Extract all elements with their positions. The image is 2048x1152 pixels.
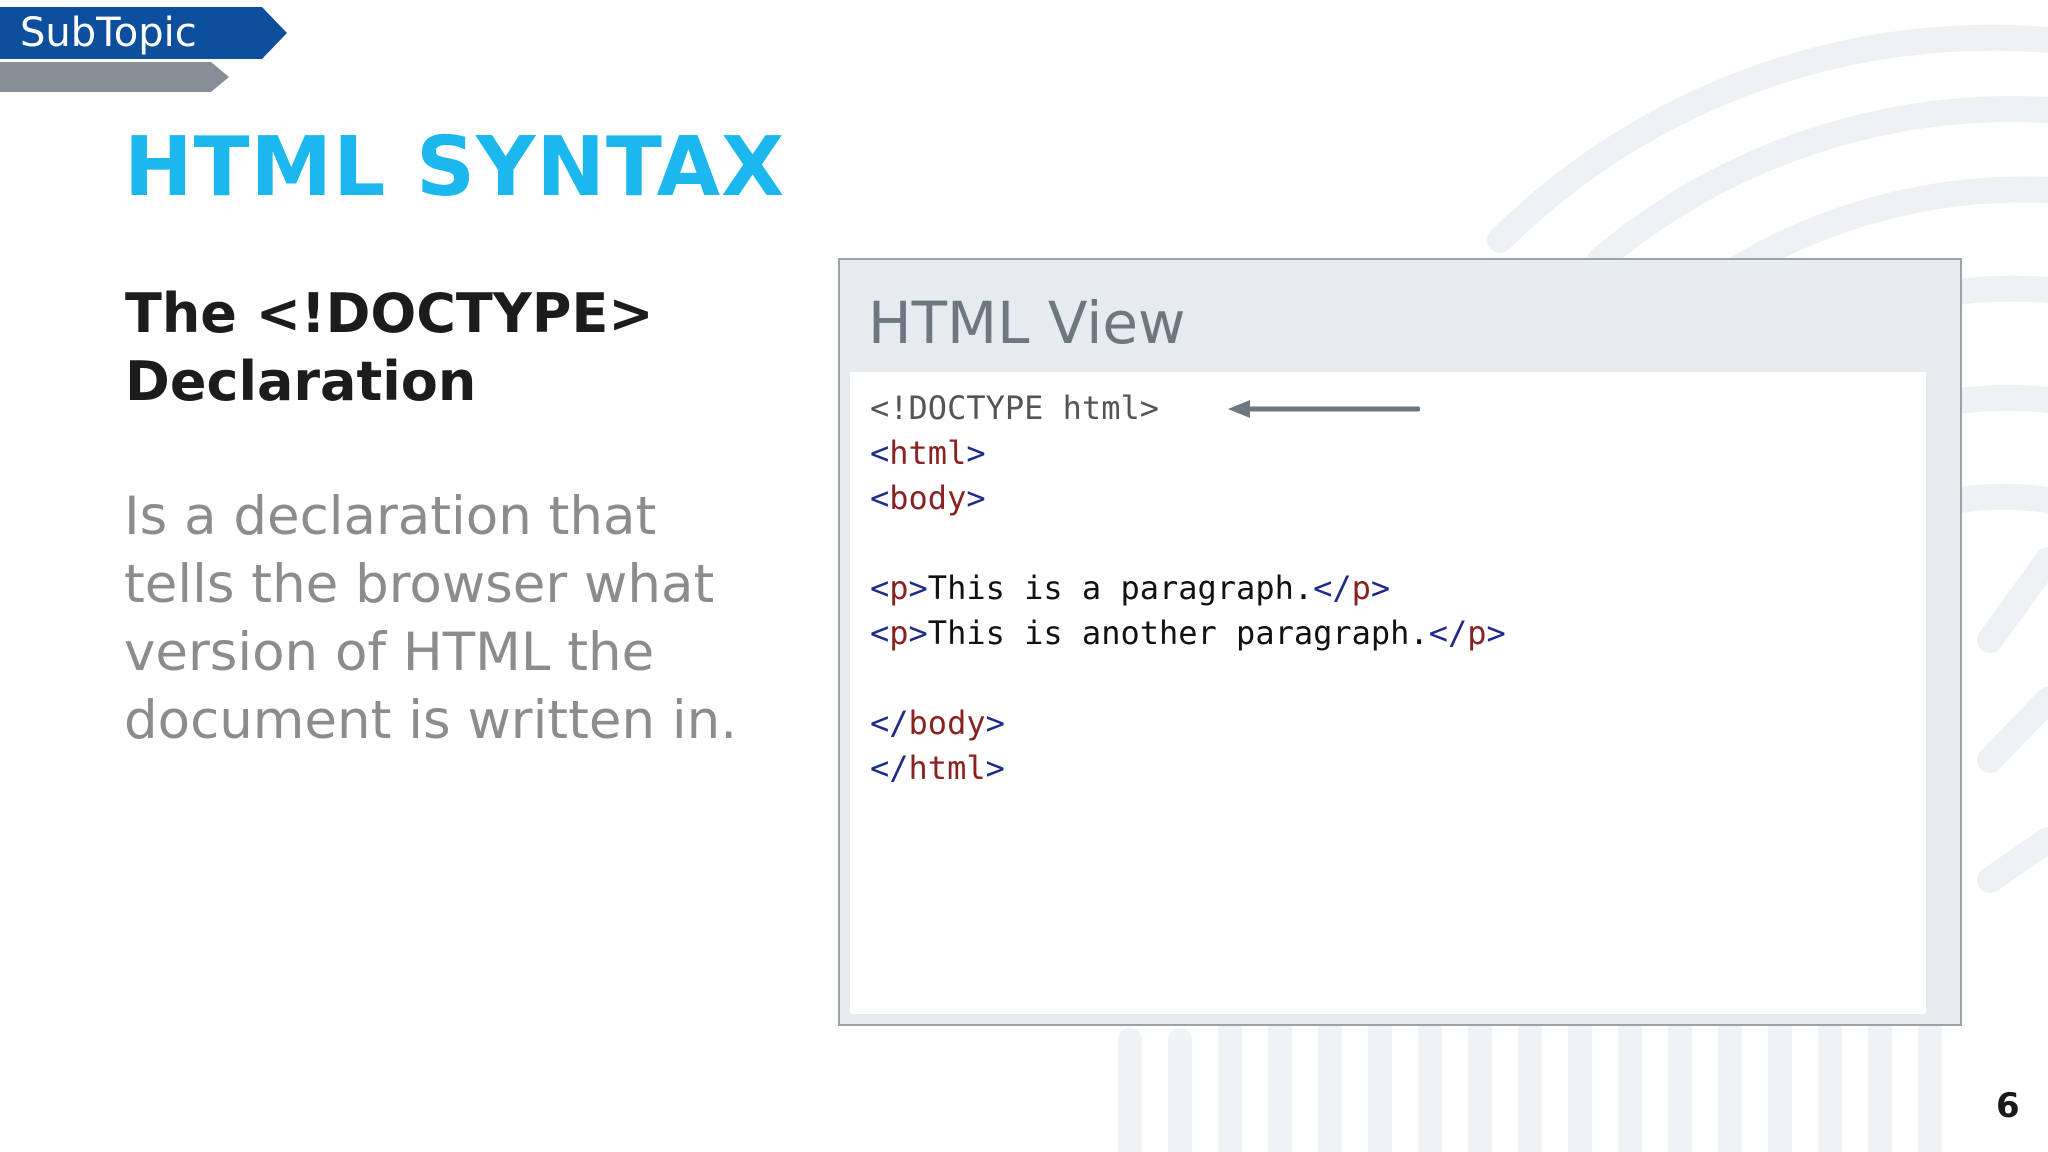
code-line: <html>: [870, 431, 1506, 476]
code-token-bracket: >: [985, 749, 1005, 787]
code-line: <p>This is a paragraph.</p>: [870, 566, 1506, 611]
section-heading-line: The <!DOCTYPE>: [125, 282, 654, 345]
body-text-line: Is a declaration that: [124, 486, 657, 547]
code-token-bracket: <: [870, 479, 890, 517]
code-token-bracket: >: [908, 614, 928, 652]
code-token-tag: html: [908, 749, 986, 787]
code-token-bracket: <: [870, 569, 890, 607]
slide-title: HTML SYNTAX: [124, 120, 786, 215]
code-panel-title: HTML View: [868, 289, 1186, 357]
subtopic-accent-bar: [0, 62, 229, 92]
page-number: 6: [1996, 1086, 2020, 1126]
code-token-text: This is a paragraph.: [927, 569, 1314, 607]
code-token-bracket: >: [985, 704, 1005, 742]
code-token-bracket: >: [966, 479, 986, 517]
code-token-bracket: >: [1486, 614, 1506, 652]
code-token-bracket: </: [870, 704, 909, 742]
code-token-bracket: <: [870, 614, 890, 652]
code-line: </body>: [870, 701, 1506, 746]
code-token-tag: body: [889, 479, 967, 517]
body-text-line: tells the browser what: [124, 554, 715, 615]
code-token-tag: p: [889, 614, 909, 652]
code-token-tag: p: [889, 569, 909, 607]
arrow-left-icon: [1228, 400, 1420, 418]
code-token-bracket: >: [1370, 569, 1391, 607]
body-text-line: version of HTML the: [124, 622, 655, 683]
code-token-tag: p: [1351, 569, 1371, 607]
code-token-bracket: <: [870, 434, 890, 472]
subtopic-tag: SubTopic: [0, 7, 287, 59]
code-token-doctype: <!DOCTYPE html>: [870, 389, 1159, 427]
code-token-tag: html: [889, 434, 967, 472]
html-view-panel: HTML View <!DOCTYPE html> <html> <body> <p>…: [838, 258, 1962, 1026]
code-area: <!DOCTYPE html> <html> <body> <p>This is a …: [850, 372, 1926, 1014]
section-heading-line: Declaration: [125, 350, 477, 413]
code-token-bracket: >: [908, 569, 928, 607]
code-token-bracket: </: [1428, 614, 1468, 652]
code-token-bracket: >: [966, 434, 986, 472]
code-token-text: This is another paragraph.: [927, 614, 1429, 652]
body-text-line: document is written in.: [124, 690, 738, 751]
section-heading: The <!DOCTYPE> Declaration: [125, 280, 745, 416]
code-token-bracket: </: [1313, 569, 1352, 607]
code-token-tag: body: [908, 704, 986, 742]
code-line: <body>: [870, 476, 1506, 521]
code-line: <p>This is another paragraph.</p>: [870, 611, 1506, 656]
section-body-text: Is a declaration that tells the browser …: [124, 483, 804, 755]
code-token-bracket: </: [870, 749, 909, 787]
code-block: <!DOCTYPE html> <html> <body> <p>This is a …: [870, 386, 1506, 791]
code-line: </html>: [870, 746, 1506, 791]
code-token-tag: p: [1467, 614, 1487, 652]
